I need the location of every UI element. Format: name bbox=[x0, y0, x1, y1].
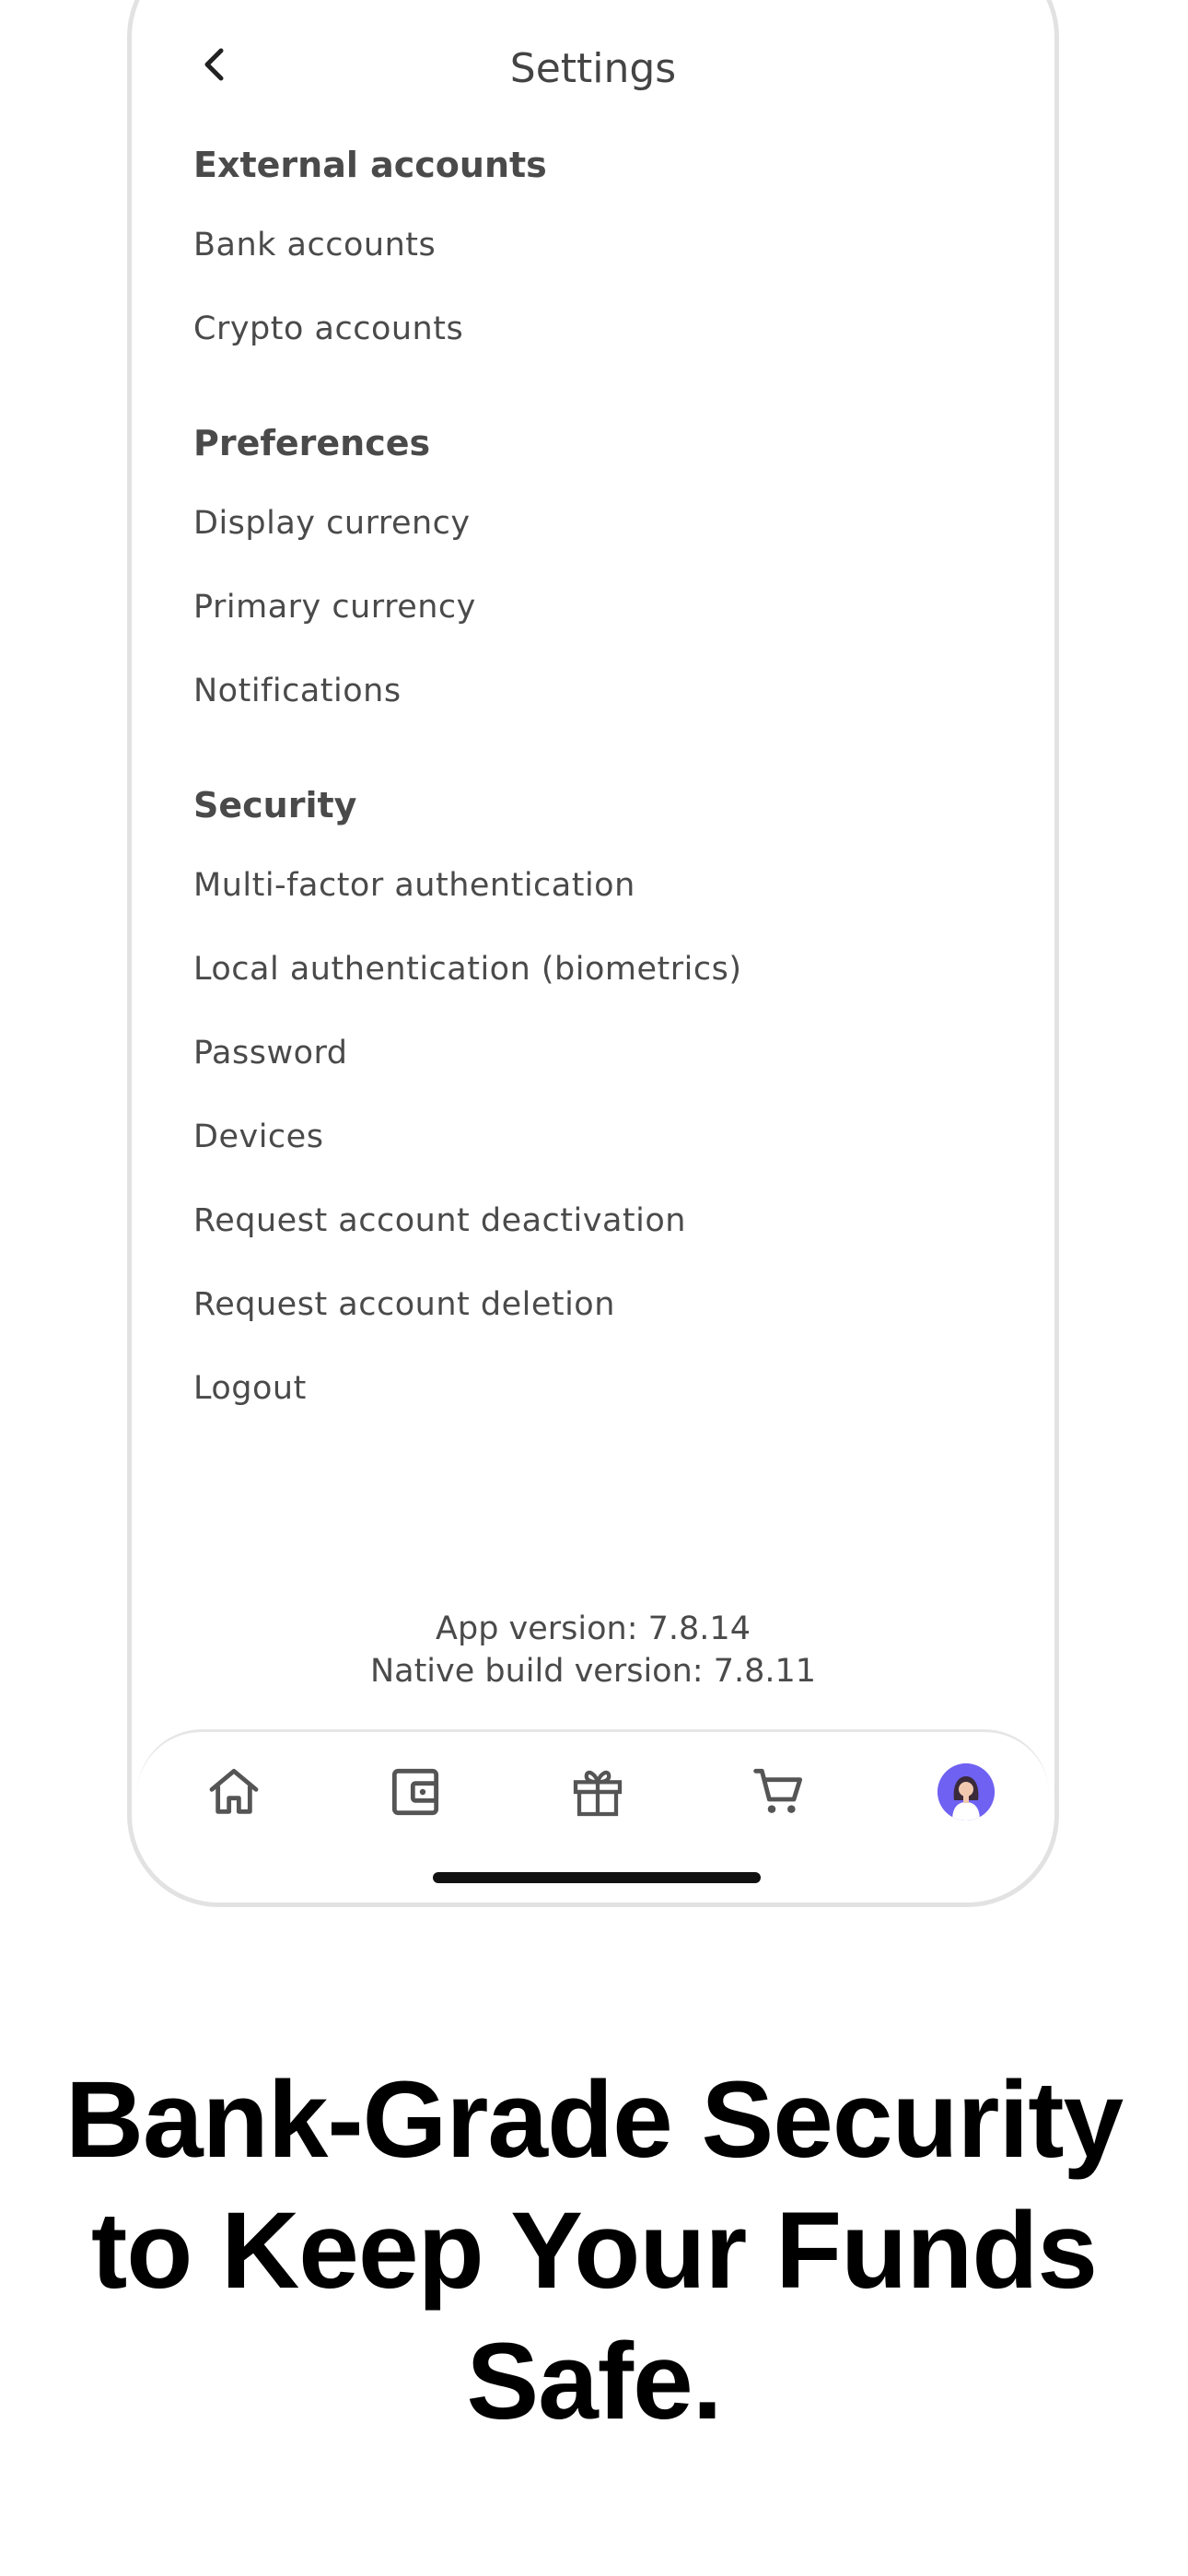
app-version: App version: 7.8.14 bbox=[436, 1610, 751, 1647]
tagline-line-3: Safe. bbox=[466, 2321, 722, 2442]
gift-icon bbox=[573, 1770, 623, 1817]
nav-home-button[interactable] bbox=[192, 1751, 275, 1833]
tagline-line-2: to Keep Your Funds bbox=[90, 2190, 1098, 2312]
section-header: Security bbox=[193, 785, 357, 825]
menu-item-logout[interactable]: Logout bbox=[193, 1363, 999, 1446]
menu-item-bank-accounts[interactable]: Bank accounts bbox=[193, 219, 999, 303]
user-avatar-icon bbox=[938, 1763, 995, 1821]
nav-profile-button[interactable] bbox=[925, 1751, 1007, 1833]
home-icon bbox=[209, 1768, 259, 1814]
wallet-icon bbox=[391, 1768, 439, 1816]
phone-frame: Settings External accounts Bank accounts… bbox=[127, 0, 1059, 1907]
menu-item-multi-factor-authentication[interactable]: Multi-factor authentication bbox=[193, 860, 999, 943]
nav-gift-button[interactable] bbox=[556, 1751, 639, 1833]
menu-item-notifications[interactable]: Notifications bbox=[193, 665, 999, 749]
menu-item-password[interactable]: Password bbox=[193, 1027, 999, 1111]
menu-item-request-deletion[interactable]: Request account deletion bbox=[193, 1279, 999, 1363]
menu-item-request-deactivation[interactable]: Request account deactivation bbox=[193, 1195, 999, 1279]
menu-item-primary-currency[interactable]: Primary currency bbox=[193, 581, 999, 665]
section-security: Security Multi-factor authentication Loc… bbox=[193, 779, 999, 1446]
profile-avatar bbox=[938, 1763, 995, 1821]
cart-icon bbox=[753, 1768, 803, 1813]
menu-item-crypto-accounts[interactable]: Crypto accounts bbox=[193, 303, 999, 387]
native-build-version: Native build version: 7.8.11 bbox=[369, 1653, 817, 1690]
tagline-line-1: Bank-Grade Security bbox=[64, 2059, 1124, 2181]
version-info: App version: 7.8.14 Native build version… bbox=[132, 1608, 1054, 1692]
section-header: Preferences bbox=[193, 423, 431, 463]
home-indicator bbox=[433, 1872, 761, 1883]
section-header: External accounts bbox=[193, 145, 547, 185]
section-external-accounts: External accounts Bank accounts Crypto a… bbox=[193, 138, 999, 387]
section-preferences: Preferences Display currency Primary cur… bbox=[193, 416, 999, 749]
nav-wallet-button[interactable] bbox=[374, 1751, 457, 1833]
menu-item-display-currency[interactable]: Display currency bbox=[193, 498, 999, 581]
marketing-tagline: Bank-Grade Security to Keep Your Funds S… bbox=[0, 2055, 1188, 2447]
menu-item-devices[interactable]: Devices bbox=[193, 1111, 999, 1195]
page-title: Settings bbox=[509, 45, 677, 92]
settings-list: External accounts Bank accounts Crypto a… bbox=[193, 138, 999, 1476]
nav-cart-button[interactable] bbox=[738, 1751, 821, 1833]
menu-item-local-authentication[interactable]: Local authentication (biometrics) bbox=[193, 943, 999, 1027]
